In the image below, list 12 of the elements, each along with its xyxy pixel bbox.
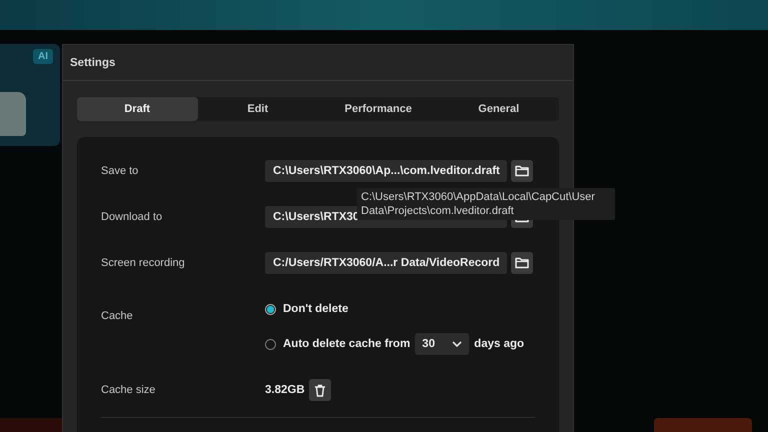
setting-label: Download to bbox=[101, 211, 164, 223]
setting-label: Cache size bbox=[101, 384, 156, 396]
window-title: Settings bbox=[70, 56, 116, 68]
setting-label: Cache bbox=[101, 310, 134, 322]
path-tooltip: C:\Users\RTX3060\AppData\Local\CapCut\User Data\Projects\com.lveditor.draft bbox=[357, 188, 615, 220]
setting-label: Save to bbox=[101, 165, 140, 177]
option-label: Auto delete cache from bbox=[283, 338, 410, 350]
ai-badge: AI bbox=[33, 49, 53, 64]
option-suffix: days ago bbox=[474, 338, 524, 350]
option-label: Don't delete bbox=[283, 303, 348, 315]
cache-size-value: 3.82GB bbox=[265, 384, 305, 396]
setting-label: Screen recording bbox=[101, 257, 186, 269]
